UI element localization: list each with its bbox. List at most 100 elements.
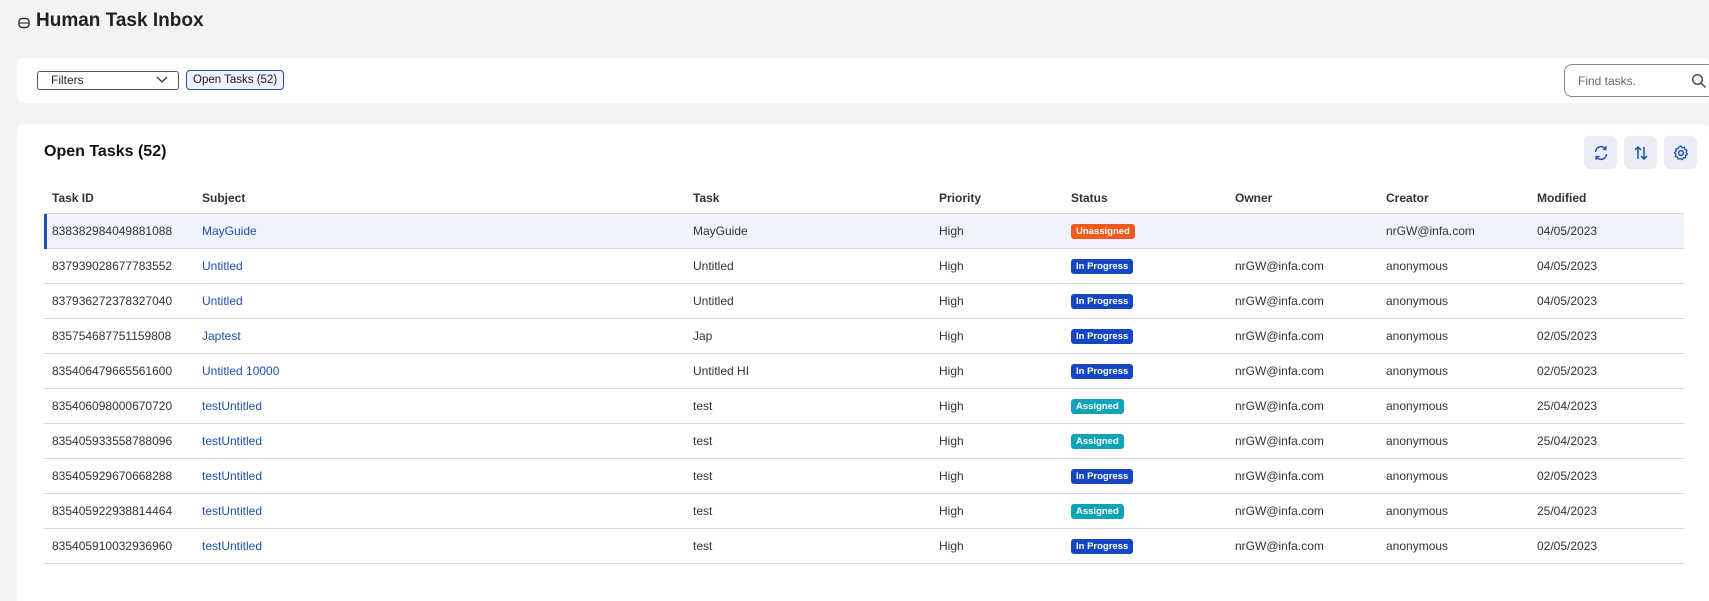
task-id-cell: 837939028677783552: [52, 259, 173, 273]
task-id-cell: 835754687751159808: [52, 329, 172, 343]
modified-cell: 25/04/2023: [1537, 434, 1598, 448]
creator-cell: anonymous: [1386, 504, 1449, 518]
subject-link[interactable]: testUntitled: [202, 469, 262, 483]
table-row[interactable]: 835406098000670720 testUntitled test High nr…: [44, 389, 1684, 424]
search-box[interactable]: [1564, 64, 1709, 97]
creator-cell: anonymous: [1386, 364, 1449, 378]
search-input[interactable]: [1578, 74, 1688, 88]
sort-icon: [1633, 145, 1648, 160]
page: Human Task Inbox Filters Open Tasks (52)…: [0, 0, 1709, 601]
modified-cell: 02/05/2023: [1537, 329, 1598, 343]
inbox-icon: [18, 17, 30, 29]
creator-cell: anonymous: [1386, 539, 1449, 553]
modified-cell: 02/05/2023: [1537, 364, 1598, 378]
table-row[interactable]: 835405922938814464 testUntitled test High nr…: [44, 494, 1684, 529]
status-badge: Unassigned: [1071, 224, 1135, 239]
column-header-modified[interactable]: Modified: [1537, 191, 1586, 205]
column-header-owner[interactable]: Owner: [1235, 191, 1272, 205]
subject-link[interactable]: MayGuide: [202, 224, 257, 238]
table-row[interactable]: 835406479665561600 Untitled 10000 Untitled…: [44, 354, 1684, 389]
creator-cell: anonymous: [1386, 294, 1449, 308]
task-cell: test: [693, 504, 713, 518]
subject-link[interactable]: testUntitled: [202, 434, 262, 448]
creator-cell: anonymous: [1386, 434, 1449, 448]
task-cell: test: [693, 399, 713, 413]
creator-cell: anonymous: [1386, 399, 1449, 413]
page-header: Human Task Inbox: [18, 10, 204, 32]
subject-link[interactable]: testUntitled: [202, 539, 262, 553]
priority-cell: High: [939, 259, 964, 273]
task-cell: test: [693, 434, 713, 448]
column-header-priority[interactable]: Priority: [939, 191, 981, 205]
open-tasks-chip[interactable]: Open Tasks (52): [186, 70, 285, 90]
table-row[interactable]: 837939028677783552 Untitled Untitled High nr…: [44, 249, 1684, 284]
creator-cell: anonymous: [1386, 329, 1449, 343]
modified-cell: 25/04/2023: [1537, 504, 1598, 518]
creator-cell: anonymous: [1386, 469, 1449, 483]
table-row[interactable]: 837936272378327040 Untitled Untitled High nr…: [44, 284, 1684, 319]
refresh-icon: [1594, 145, 1607, 160]
page-title: Human Task Inbox: [36, 10, 204, 31]
column-header-task[interactable]: Task: [693, 191, 719, 205]
priority-cell: High: [939, 364, 964, 378]
owner-cell: nrGW@infa.com: [1235, 294, 1324, 308]
subject-link[interactable]: testUntitled: [202, 399, 262, 413]
filters-label: Filters: [51, 73, 84, 87]
task-id-cell: 838382984049881088: [52, 224, 173, 238]
column-header-creator[interactable]: Creator: [1386, 191, 1429, 205]
sort-button[interactable]: [1624, 136, 1657, 169]
modified-cell: 02/05/2023: [1537, 539, 1598, 553]
tasks-table: Task ID Subject Task Priority Status Own…: [44, 182, 1684, 564]
priority-cell: High: [939, 399, 964, 413]
chevron-down-icon: [156, 76, 168, 83]
subject-link[interactable]: Untitled 10000: [202, 364, 279, 378]
column-header-status[interactable]: Status: [1071, 191, 1108, 205]
refresh-button[interactable]: [1584, 136, 1617, 169]
subject-link[interactable]: Untitled: [202, 294, 243, 308]
status-badge: Assigned: [1071, 504, 1124, 519]
owner-cell: nrGW@infa.com: [1235, 539, 1324, 553]
creator-cell: anonymous: [1386, 259, 1449, 273]
column-header-task-id[interactable]: Task ID: [52, 191, 94, 205]
table-row[interactable]: 835405910032936960 testUntitled test High nr…: [44, 529, 1684, 564]
owner-cell: nrGW@infa.com: [1235, 469, 1324, 483]
owner-cell: nrGW@infa.com: [1235, 504, 1324, 518]
task-id-cell: 835405922938814464: [52, 504, 173, 518]
task-id-cell: 835406479665561600: [52, 364, 173, 378]
task-cell: test: [693, 469, 713, 483]
owner-cell: nrGW@infa.com: [1235, 364, 1324, 378]
table-row[interactable]: 835405929670668288 testUntitled test High nr…: [44, 459, 1684, 494]
subject-link[interactable]: testUntitled: [202, 504, 262, 518]
task-cell: test: [693, 539, 713, 553]
modified-cell: 04/05/2023: [1537, 259, 1598, 273]
priority-cell: High: [939, 294, 964, 308]
priority-cell: High: [939, 539, 964, 553]
filters-dropdown[interactable]: Filters: [37, 71, 179, 90]
priority-cell: High: [939, 434, 964, 448]
status-badge: In Progress: [1071, 469, 1134, 484]
subject-link[interactable]: Untitled: [202, 259, 243, 273]
modified-cell: 04/05/2023: [1537, 224, 1598, 238]
task-cell: Jap: [693, 329, 713, 343]
task-cell: Untitled: [693, 259, 734, 273]
table-row[interactable]: 838382984049881088 MayGuide MayGuide High nr…: [44, 214, 1684, 249]
task-cell: Untitled HI: [693, 364, 750, 378]
priority-cell: High: [939, 224, 964, 238]
settings-button[interactable]: [1664, 136, 1697, 169]
table-header: Task ID Subject Task Priority Status Own…: [44, 182, 1684, 214]
column-header-subject[interactable]: Subject: [202, 191, 245, 205]
search-icon[interactable]: [1691, 73, 1707, 89]
owner-cell: nrGW@infa.com: [1235, 329, 1324, 343]
table-row[interactable]: 835405933558788096 testUntitled test High nr…: [44, 424, 1684, 459]
filter-bar: Filters Open Tasks (52): [17, 58, 1709, 103]
card-title: Open Tasks (52): [44, 143, 167, 160]
modified-cell: 04/05/2023: [1537, 294, 1598, 308]
status-badge: In Progress: [1071, 364, 1134, 379]
task-cell: Untitled: [693, 294, 734, 308]
status-badge: Assigned: [1071, 434, 1124, 449]
owner-cell: nrGW@infa.com: [1235, 259, 1324, 273]
priority-cell: High: [939, 504, 964, 518]
status-badge: In Progress: [1071, 539, 1134, 554]
table-row[interactable]: 835754687751159808 Japtest Jap High nrGW@inf…: [44, 319, 1684, 354]
subject-link[interactable]: Japtest: [202, 329, 241, 343]
